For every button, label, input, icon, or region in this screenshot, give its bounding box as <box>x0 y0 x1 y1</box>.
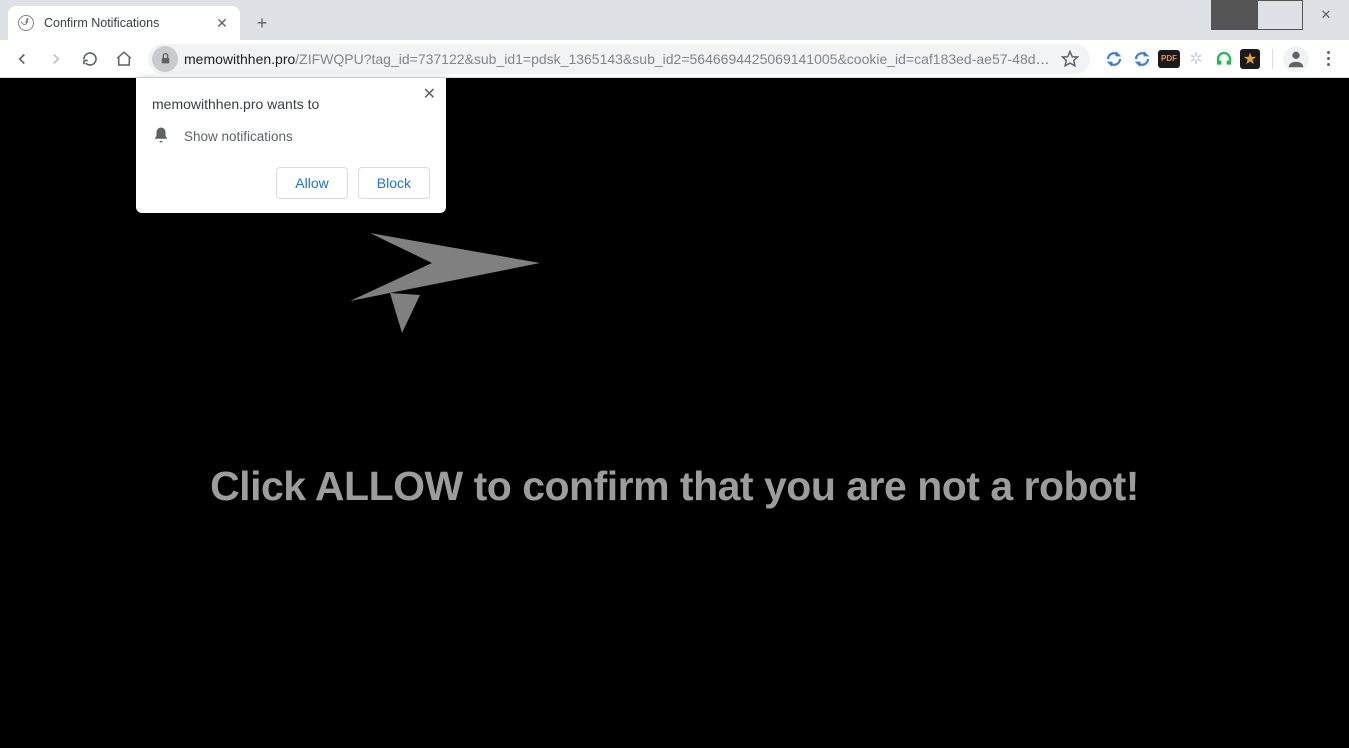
bell-icon <box>152 126 170 147</box>
browser-tab[interactable]: Confirm Notifications ✕ <box>8 6 240 40</box>
reload-button[interactable] <box>74 43 106 75</box>
window-controls: ✕ <box>1211 0 1349 30</box>
popup-actions: Allow Block <box>152 167 430 199</box>
extension-star-icon[interactable]: ★ <box>1240 49 1260 69</box>
address-bar[interactable]: memowithhen.pro/ZIFWQPU?tag_id=737122&su… <box>148 44 1090 74</box>
url-path: /ZIFWQPU?tag_id=737122&sub_id1=pdsk_1365… <box>295 51 1052 67</box>
tab-close-icon[interactable]: ✕ <box>214 15 230 31</box>
new-tab-button[interactable]: + <box>248 9 276 37</box>
minimize-button[interactable] <box>1211 0 1257 30</box>
popup-title: memowithhen.pro wants to <box>152 96 430 112</box>
arrow-graphic <box>340 233 560 348</box>
back-button[interactable] <box>6 43 38 75</box>
maximize-button[interactable] <box>1257 0 1303 30</box>
block-button[interactable]: Block <box>358 167 430 199</box>
extensions: PDF ✲ ★ <box>1098 47 1264 71</box>
extension-refresh2-icon[interactable] <box>1130 47 1154 71</box>
url-domain: memowithhen.pro <box>184 51 295 67</box>
menu-button[interactable] <box>1313 44 1343 74</box>
star-icon <box>1061 50 1079 68</box>
window-close-button[interactable]: ✕ <box>1303 0 1349 30</box>
permission-text: Show notifications <box>184 129 293 144</box>
home-button[interactable] <box>108 43 140 75</box>
profile-avatar[interactable] <box>1283 46 1309 72</box>
main-text: Click ALLOW to confirm that you are not … <box>0 463 1349 510</box>
extension-refresh-icon[interactable] <box>1102 47 1126 71</box>
globe-icon <box>18 15 34 31</box>
site-info-button[interactable] <box>152 46 178 72</box>
url-text: memowithhen.pro/ZIFWQPU?tag_id=737122&su… <box>184 51 1052 67</box>
extension-headphones-icon[interactable] <box>1212 47 1236 71</box>
permission-row: Show notifications <box>152 126 430 147</box>
lock-icon <box>159 52 172 65</box>
extension-snowflake-icon[interactable]: ✲ <box>1184 47 1208 71</box>
notification-permission-popup: ✕ memowithhen.pro wants to Show notifica… <box>136 78 446 213</box>
toolbar: memowithhen.pro/ZIFWQPU?tag_id=737122&su… <box>0 40 1349 78</box>
person-icon <box>1285 48 1307 70</box>
bookmark-button[interactable] <box>1056 45 1084 73</box>
divider <box>1272 49 1273 69</box>
popup-close-icon[interactable]: ✕ <box>423 84 436 104</box>
titlebar: Confirm Notifications ✕ + ✕ <box>0 0 1349 40</box>
forward-button[interactable] <box>40 43 72 75</box>
extension-pdf-icon[interactable]: PDF <box>1158 50 1180 68</box>
allow-button[interactable]: Allow <box>276 167 347 199</box>
tab-title: Confirm Notifications <box>44 16 159 30</box>
